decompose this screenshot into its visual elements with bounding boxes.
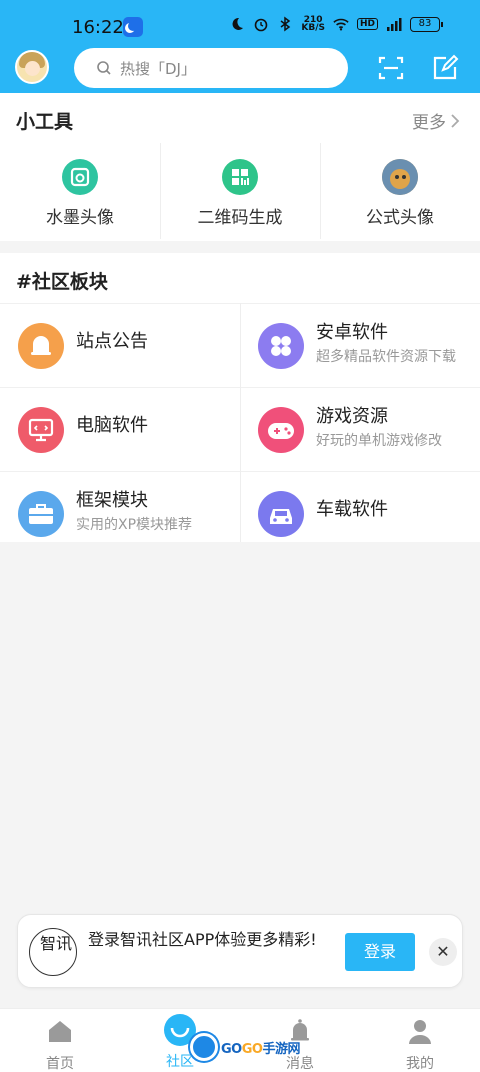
more-link[interactable]: 更多 [412, 108, 460, 133]
edit-icon[interactable] [431, 54, 459, 82]
community-section: #社区板块 站点公告 安卓软件 超多精品软件资源下载 电脑软件 游戏资源 好玩的… [0, 253, 480, 542]
moon-app-icon [123, 17, 143, 37]
qrcode-icon [222, 159, 258, 195]
search-bar[interactable]: 热搜「DJ」 [74, 48, 348, 88]
alarm-icon [255, 18, 268, 32]
tool-qrcode[interactable]: 二维码生成 [160, 143, 320, 239]
monitor-icon [18, 407, 64, 453]
home-icon [49, 1021, 71, 1042]
net-speed: 210 KB/S [301, 15, 325, 33]
login-banner: 智讯 登录智讯社区APP体验更多精彩! 登录 ✕ [17, 914, 463, 988]
bluetooth-icon [280, 16, 291, 32]
board-framework-modules[interactable]: 框架模块 实用的XP模块推荐 [0, 472, 240, 555]
app-header: 16:22 210 KB/S HD 83 热搜「DJ」 [0, 0, 480, 93]
site-watermark: GOGO手游网 [190, 1032, 300, 1062]
login-button[interactable]: 登录 [345, 933, 415, 971]
battery-icon: 83 [410, 16, 443, 32]
board-android-apps[interactable]: 安卓软件 超多精品软件资源下载 [240, 304, 480, 387]
tab-profile[interactable]: 我的 [360, 1009, 480, 1072]
tab-home[interactable]: 首页 [0, 1009, 120, 1072]
car-icon [258, 491, 304, 537]
community-title: #社区板块 [16, 271, 108, 293]
wifi-icon [333, 18, 349, 31]
board-pc-software[interactable]: 电脑软件 [0, 388, 240, 471]
gamepad-icon [258, 407, 304, 453]
bell-icon [18, 323, 64, 369]
search-icon [97, 61, 111, 75]
formula-avatar-icon [382, 159, 418, 195]
user-avatar[interactable] [15, 50, 49, 84]
board-car-software[interactable]: 车载软件 [240, 472, 480, 555]
chevron-right-icon [451, 113, 460, 128]
board-game-resources[interactable]: 游戏资源 好玩的单机游戏修改 [240, 388, 480, 471]
watermark-logo-icon [190, 1033, 218, 1061]
status-time: 16:22 [72, 17, 124, 38]
tool-formula-avatar[interactable]: 公式头像 [320, 143, 480, 239]
ink-avatar-icon [62, 159, 98, 195]
board-announcements[interactable]: 站点公告 [0, 304, 240, 387]
scan-icon[interactable] [377, 54, 405, 82]
status-bar: 16:22 210 KB/S HD 83 [0, 0, 480, 40]
tool-ink-avatar[interactable]: 水墨头像 [0, 143, 160, 239]
signal-icon [387, 18, 402, 31]
apps-grid-icon [258, 323, 304, 369]
do-not-disturb-moon-icon [232, 17, 244, 30]
banner-text: 登录智讯社区APP体验更多精彩! [88, 930, 317, 949]
user-icon [409, 1020, 431, 1044]
search-placeholder: 热搜「DJ」 [120, 59, 196, 78]
tools-section: 小工具 更多 水墨头像 二维码生成 公式头像 [0, 93, 480, 241]
tools-title: 小工具 [16, 111, 74, 133]
hd-badge: HD [356, 18, 378, 30]
toolbox-icon [18, 491, 64, 537]
app-logo: 智讯 [29, 928, 77, 976]
close-icon[interactable]: ✕ [429, 938, 457, 966]
